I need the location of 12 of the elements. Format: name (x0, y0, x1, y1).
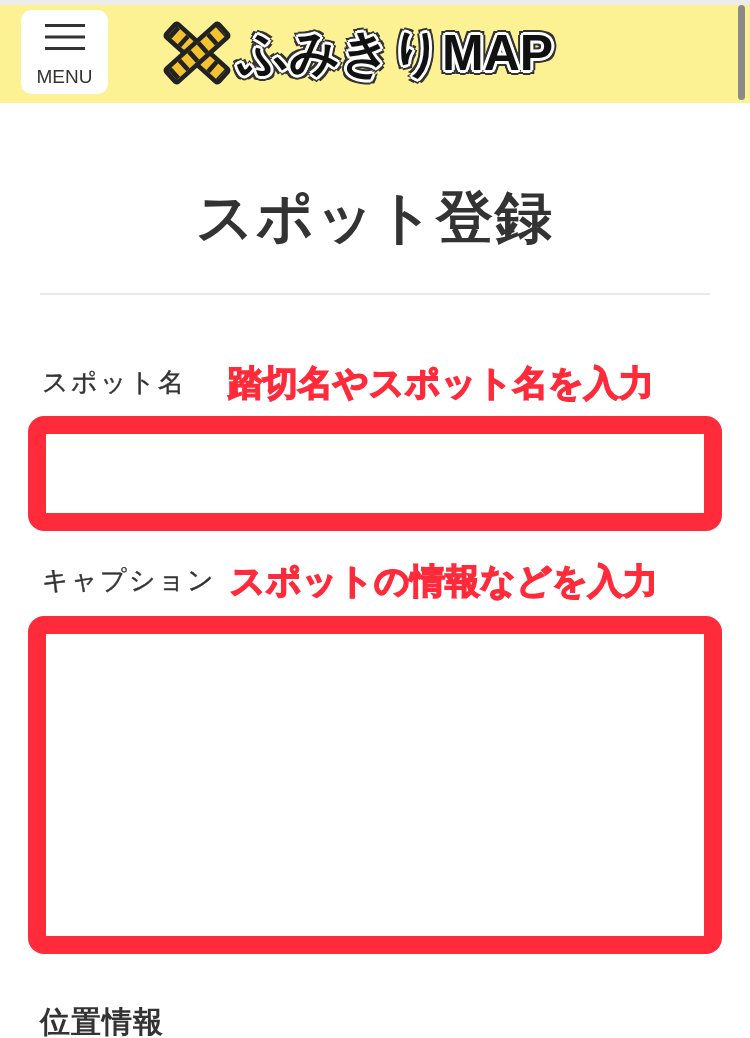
text-area[interactable] (28, 616, 722, 955)
annotation-text: 踏切名やスポット名を入力 (228, 363, 654, 403)
field-label: キャプション (42, 564, 216, 598)
field-label: スポット名 (42, 366, 186, 400)
menu-icon (44, 24, 85, 50)
input-field[interactable] (28, 416, 722, 532)
annotation-text: スポットの情報などを入力 (230, 561, 658, 601)
section-heading: 位置情報 (40, 1004, 165, 1038)
scrollbar-thumb[interactable] (738, 5, 745, 100)
menu-button[interactable]: MENU (21, 10, 108, 94)
page-title: スポット登録 (195, 184, 555, 251)
logo-text: ふみきりMAP (238, 25, 554, 81)
